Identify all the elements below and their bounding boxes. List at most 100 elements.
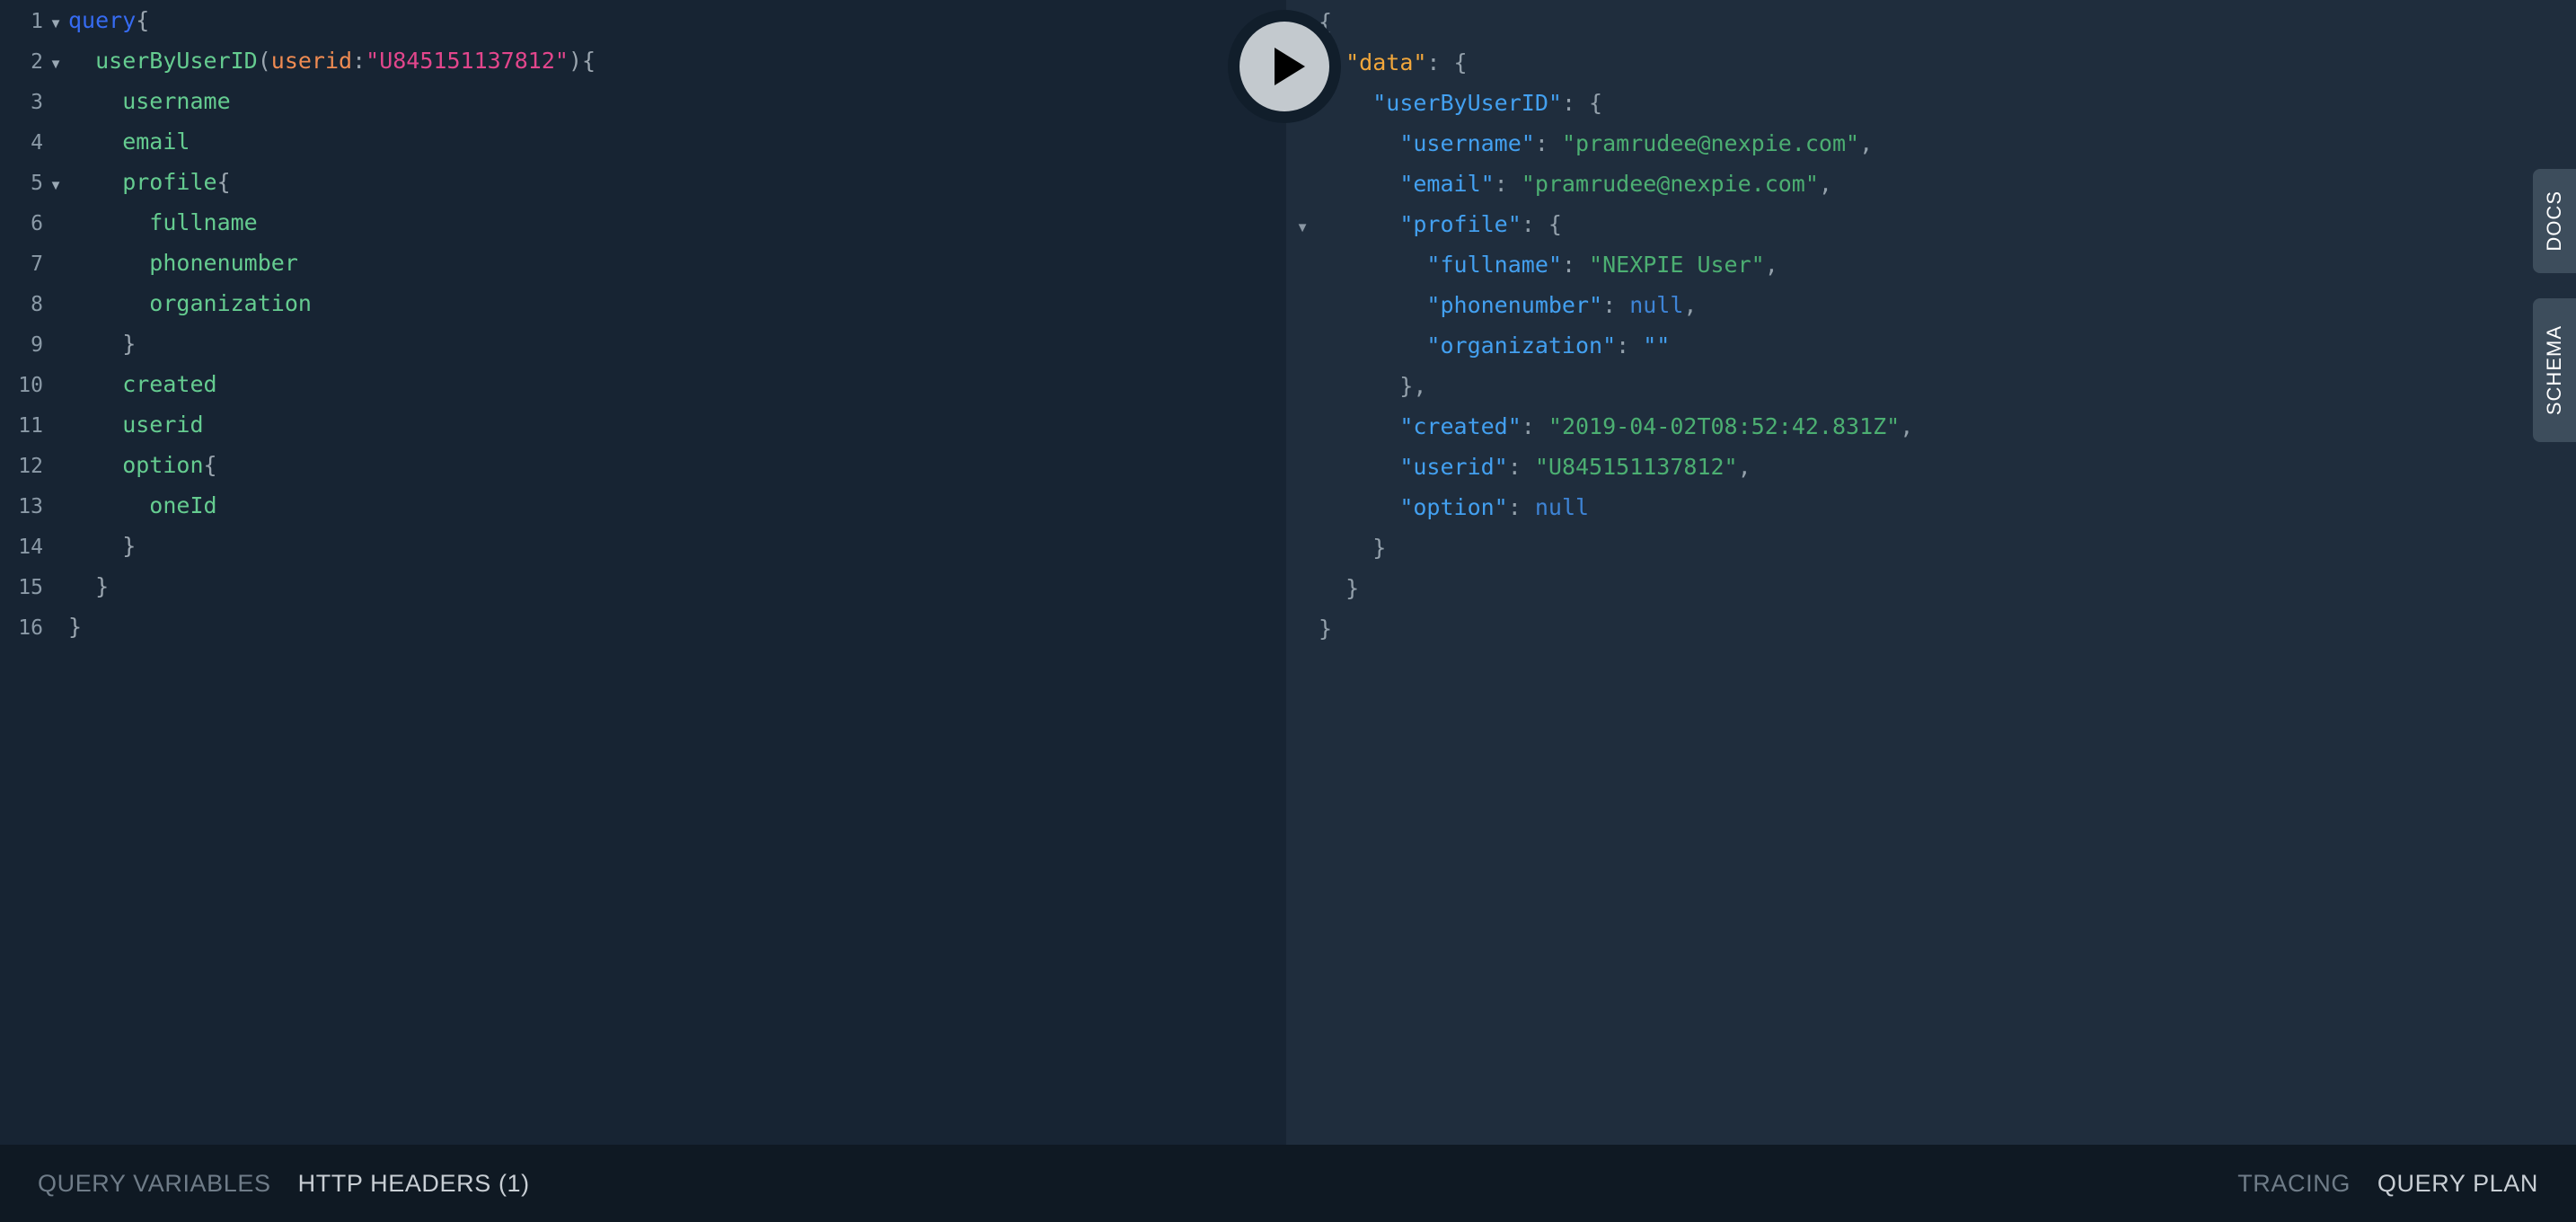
token: userid — [270, 48, 353, 74]
token: , — [1818, 171, 1832, 197]
line-number: 11 — [18, 414, 43, 438]
response-line-code: "username": "pramrudee@nexpie.com", — [1319, 130, 1873, 156]
token: "NEXPIE User" — [1589, 252, 1765, 278]
token: "profile" — [1399, 211, 1522, 237]
token: "pramrudee@nexpie.com" — [1521, 171, 1819, 197]
token: : — [1521, 413, 1548, 439]
query-line[interactable]: 14 } — [0, 533, 1286, 573]
query-line[interactable]: 16} — [0, 614, 1286, 654]
response-line-code: "userByUserID": { — [1319, 90, 1602, 116]
token: } — [68, 573, 110, 599]
query-line[interactable]: 15 } — [0, 573, 1286, 614]
graphql-playground: 1 ▼ query{2 ▼ userByUserID(userid:"U8451511… — [0, 0, 2576, 1222]
query-line[interactable]: 7 phonenumber — [0, 250, 1286, 290]
query-line[interactable]: 13 oneId — [0, 492, 1286, 533]
play-triangle-icon — [1275, 48, 1305, 85]
schema-tab-label: SCHEMA — [2543, 324, 2565, 416]
query-editor-pane[interactable]: 1 ▼ query{2 ▼ userByUserID(userid:"U8451511… — [0, 0, 1286, 1145]
response-line-code: "created": "2019-04-02T08:52:42.831Z", — [1319, 413, 1913, 439]
query-line-code: } — [68, 533, 136, 559]
query-line-code: option{ — [68, 452, 217, 478]
query-line[interactable]: 6 fullname — [0, 209, 1286, 250]
token: , — [1859, 130, 1874, 156]
query-line[interactable]: 5 ▼ profile{ — [0, 169, 1286, 209]
query-line-code: username — [68, 88, 231, 114]
token: "U845151137812" — [366, 48, 569, 74]
query-plan-tab[interactable]: QUERY PLAN — [2378, 1170, 2538, 1198]
token: organization — [68, 290, 312, 316]
query-line-code: organization — [68, 290, 312, 316]
token: null — [1629, 292, 1684, 318]
token: username — [68, 88, 231, 114]
fold-caret-icon[interactable]: ▼ — [43, 178, 68, 193]
line-number: 12 — [18, 455, 43, 478]
query-variables-tab[interactable]: QUERY VARIABLES — [38, 1170, 271, 1198]
side-tab-group: DOCS SCHEMA — [2533, 169, 2576, 442]
response-line: "email": "pramrudee@nexpie.com", — [1286, 171, 2576, 211]
response-line: } — [1286, 615, 2576, 656]
token: { — [203, 452, 217, 478]
token: phonenumber — [68, 250, 298, 276]
response-line-code: "organization": "" — [1319, 332, 1670, 359]
token: { — [582, 48, 596, 74]
token: "email" — [1399, 171, 1495, 197]
token: "data" — [1345, 49, 1427, 75]
response-line-code: } — [1319, 575, 1359, 601]
query-line-code: profile{ — [68, 169, 231, 195]
schema-tab[interactable]: SCHEMA — [2533, 298, 2576, 442]
query-line[interactable]: 4 email — [0, 128, 1286, 169]
query-line-code: email — [68, 128, 190, 155]
line-number: 13 — [18, 495, 43, 518]
query-line[interactable]: 8 organization — [0, 290, 1286, 331]
query-editor-lines[interactable]: 1 ▼ query{2 ▼ userByUserID(userid:"U8451511… — [0, 7, 1286, 654]
query-line[interactable]: 3 username — [0, 88, 1286, 128]
query-line[interactable]: 9 } — [0, 331, 1286, 371]
token: userByUserID — [68, 48, 258, 74]
token: oneId — [68, 492, 217, 518]
tracing-tab[interactable]: TRACING — [2237, 1170, 2351, 1198]
response-line: "created": "2019-04-02T08:52:42.831Z", — [1286, 413, 2576, 454]
response-line: "fullname": "NEXPIE User", — [1286, 252, 2576, 292]
token: , — [1764, 252, 1778, 278]
fold-caret-icon[interactable]: ▼ — [43, 57, 68, 72]
fold-caret-icon[interactable]: ▼ — [1286, 220, 1319, 235]
line-number: 6 — [31, 212, 43, 235]
query-line[interactable]: 10 created — [0, 371, 1286, 412]
fold-caret-icon[interactable]: ▼ — [43, 16, 68, 31]
query-line-code: } — [68, 573, 109, 599]
response-line-code: "email": "pramrudee@nexpie.com", — [1319, 171, 1832, 197]
token: }, — [1319, 373, 1427, 399]
response-line-code: "profile": { — [1319, 211, 1562, 237]
token: : — [1534, 130, 1562, 156]
line-number: 9 — [31, 333, 43, 357]
token: "" — [1643, 332, 1671, 359]
token: userid — [68, 412, 204, 438]
http-headers-tab[interactable]: HTTP HEADERS (1) — [298, 1170, 530, 1198]
query-line-code: } — [68, 614, 82, 640]
token: { — [216, 169, 231, 195]
response-line-code: "fullname": "NEXPIE User", — [1319, 252, 1778, 278]
token: profile — [68, 169, 217, 195]
line-number: 10 — [18, 374, 43, 397]
query-line-code: query{ — [68, 7, 149, 33]
token: null — [1534, 494, 1590, 520]
response-line: "phonenumber": null, — [1286, 292, 2576, 332]
docs-tab[interactable]: DOCS — [2533, 169, 2576, 273]
token: fullname — [68, 209, 258, 235]
execute-query-button[interactable] — [1228, 10, 1341, 123]
bottom-toolbar-left: QUERY VARIABLES HTTP HEADERS (1) — [38, 1170, 530, 1198]
line-number: 5 — [31, 172, 43, 195]
token: "userByUserID" — [1372, 90, 1562, 116]
response-line: ▼ "data": { — [1286, 49, 2576, 90]
query-line[interactable]: 2 ▼ userByUserID(userid:"U845151137812"){ — [0, 48, 1286, 88]
query-line[interactable]: 1 ▼ query{ — [0, 7, 1286, 48]
line-number: 3 — [31, 91, 43, 114]
response-line: "option": null — [1286, 494, 2576, 535]
response-viewer-pane[interactable]: ▼{▼ "data": {▼ "userByUserID": { "userna… — [1286, 0, 2576, 1145]
query-line[interactable]: 11 userid — [0, 412, 1286, 452]
query-line[interactable]: 12 option{ — [0, 452, 1286, 492]
